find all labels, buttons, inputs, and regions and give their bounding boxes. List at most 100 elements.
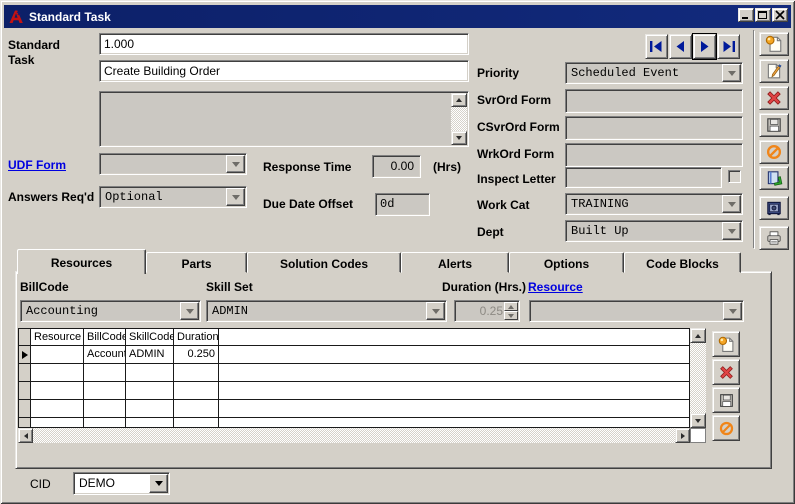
grid-cell[interactable] [31, 400, 84, 417]
chevron-down-icon[interactable] [722, 222, 741, 240]
grid-cell[interactable] [84, 400, 126, 417]
cid-combo[interactable]: DEMO [73, 472, 170, 495]
tab-resources[interactable]: Resources [17, 249, 146, 274]
row-selector[interactable] [19, 364, 31, 381]
grid-cell[interactable] [126, 418, 174, 428]
tab-parts[interactable]: Parts [146, 252, 247, 273]
scroll-down-icon[interactable] [451, 131, 467, 145]
previous-record-icon[interactable] [669, 34, 692, 59]
grid-cell[interactable] [84, 382, 126, 399]
scroll-up-icon[interactable] [690, 328, 706, 343]
grid-cell[interactable] [84, 364, 126, 381]
cancel-icon[interactable] [759, 140, 789, 164]
grid-row[interactable] [19, 400, 689, 418]
delete-row-icon[interactable] [712, 359, 740, 385]
scroll-right-icon[interactable] [675, 428, 690, 443]
scroll-track[interactable] [33, 428, 675, 443]
grid-cell[interactable] [31, 346, 84, 363]
scroll-track[interactable] [451, 107, 467, 131]
resource-combo[interactable] [529, 300, 744, 322]
csvrord-form-field[interactable] [565, 116, 743, 140]
delete-icon[interactable] [759, 86, 789, 110]
grid-col-duration[interactable]: Duration [174, 329, 219, 345]
safe-icon[interactable] [759, 196, 789, 220]
minimize-icon[interactable] [738, 8, 754, 22]
grid-cell[interactable] [31, 364, 84, 381]
print-icon[interactable] [759, 226, 789, 250]
cancel-row-icon[interactable] [712, 415, 740, 441]
grid-hscrollbar[interactable] [18, 428, 690, 443]
chevron-down-icon[interactable] [226, 155, 245, 173]
save-icon[interactable] [759, 113, 789, 137]
grid-vscrollbar[interactable] [690, 328, 706, 428]
resources-grid[interactable]: ResourceBillCodeSkillCodeDuration Accoun… [18, 328, 690, 428]
wrkord-form-field[interactable] [565, 143, 743, 167]
tab-alerts[interactable]: Alerts [401, 252, 509, 273]
chevron-down-icon[interactable] [426, 302, 445, 320]
first-record-icon[interactable] [645, 34, 668, 59]
tab-solution-codes[interactable]: Solution Codes [247, 252, 401, 273]
grid-cell[interactable] [84, 418, 126, 428]
grid-cell[interactable]: Accounting [84, 346, 126, 363]
last-record-icon[interactable] [717, 34, 740, 59]
grid-row[interactable] [19, 364, 689, 382]
edit-icon[interactable] [759, 59, 789, 83]
chevron-down-icon[interactable] [722, 195, 741, 213]
grid-row[interactable] [19, 418, 689, 428]
grid-cell[interactable] [174, 400, 219, 417]
inspect-letter-field[interactable] [565, 167, 722, 188]
skillset-combo[interactable]: ADMIN [206, 300, 447, 322]
post-icon[interactable] [759, 166, 789, 190]
next-record-icon[interactable] [693, 34, 716, 59]
row-selector[interactable] [19, 382, 31, 399]
title-bar[interactable]: Standard Task [4, 5, 791, 28]
task-number-field[interactable]: 1.000 [99, 33, 469, 55]
priority-combo[interactable]: Scheduled Event [565, 62, 743, 84]
description-field[interactable] [99, 91, 469, 147]
tab-options[interactable]: Options [509, 252, 624, 273]
udf-form-combo[interactable] [99, 153, 247, 175]
scroll-left-icon[interactable] [18, 428, 33, 443]
billcode-combo[interactable]: Accounting [20, 300, 201, 322]
response-time-field[interactable]: 0.00 [372, 155, 421, 178]
row-selector[interactable] [19, 418, 31, 428]
scroll-up-icon[interactable] [451, 93, 467, 107]
grid-cell[interactable] [174, 382, 219, 399]
dept-combo[interactable]: Built Up [565, 220, 743, 242]
grid-col-resource[interactable]: Resource [31, 329, 84, 345]
grid-cell[interactable]: ADMIN [126, 346, 174, 363]
spin-down-icon[interactable] [504, 311, 518, 320]
grid-cell[interactable] [174, 418, 219, 428]
task-name-field[interactable]: Create Building Order [99, 60, 469, 82]
grid-row[interactable] [19, 382, 689, 400]
maximize-icon[interactable] [755, 8, 771, 22]
save-row-icon[interactable] [712, 387, 740, 413]
grid-cell[interactable] [31, 382, 84, 399]
current-row-marker[interactable] [19, 346, 31, 363]
chevron-down-icon[interactable] [723, 302, 742, 320]
close-icon[interactable] [772, 8, 788, 22]
spin-up-icon[interactable] [504, 302, 518, 311]
answers-reqd-combo[interactable]: Optional [99, 186, 247, 208]
grid-row[interactable]: AccountingADMIN0.250 [19, 346, 689, 364]
grid-cell[interactable] [126, 364, 174, 381]
duration-stepper[interactable]: 0.25 [454, 300, 520, 322]
chevron-down-icon[interactable] [722, 64, 741, 82]
tab-code-blocks[interactable]: Code Blocks [624, 252, 741, 273]
new-row-icon[interactable] [712, 331, 740, 357]
description-scrollbar[interactable] [451, 93, 467, 145]
scroll-down-icon[interactable] [690, 413, 706, 428]
grid-cell[interactable] [31, 418, 84, 428]
work-cat-combo[interactable]: TRAINING [565, 193, 743, 215]
row-selector[interactable] [19, 400, 31, 417]
chevron-down-icon[interactable] [180, 302, 199, 320]
grid-cell[interactable] [174, 364, 219, 381]
resource-link[interactable]: Resource [528, 280, 583, 294]
grid-cell[interactable]: 0.250 [174, 346, 219, 363]
grid-col-skillcode[interactable]: SkillCode [126, 329, 174, 345]
inspect-letter-checkbox[interactable] [728, 170, 741, 183]
new-record-icon[interactable] [759, 32, 789, 56]
udf-form-link[interactable]: UDF Form [8, 158, 66, 172]
grid-col-billcode[interactable]: BillCode [84, 329, 126, 345]
svrord-form-field[interactable] [565, 89, 743, 113]
